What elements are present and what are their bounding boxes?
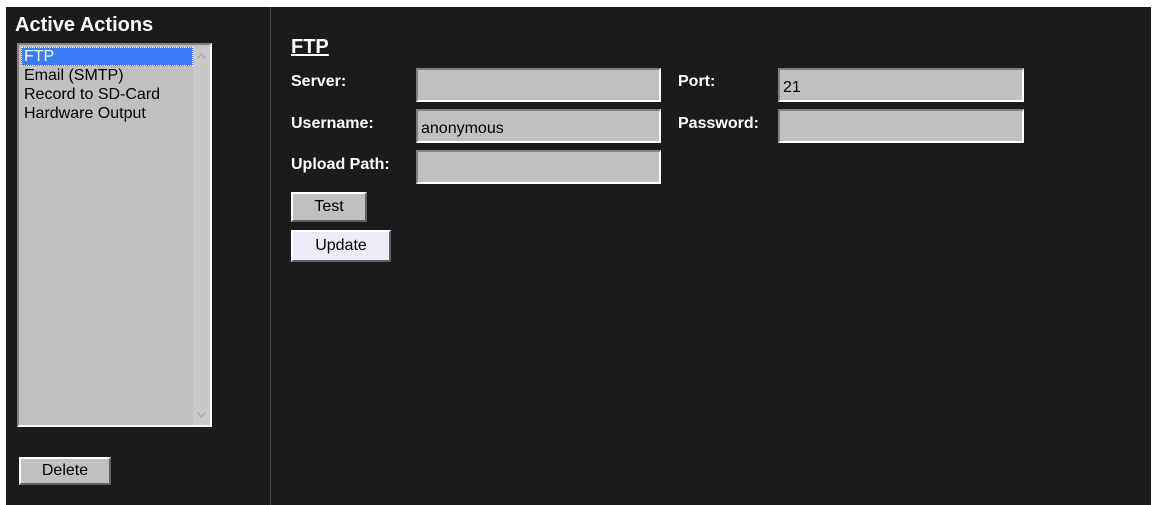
upload-path-input[interactable] — [416, 150, 661, 184]
username-label: Username: — [291, 115, 374, 132]
listbox-scrollbar[interactable] — [193, 45, 210, 425]
list-item-sd-card[interactable]: Record to SD-Card — [21, 85, 193, 104]
upload-path-label: Upload Path: — [291, 156, 390, 173]
section-title-ftp: FTP — [291, 36, 329, 58]
action-panel: Active Actions FTP Email (SMTP) Record t… — [6, 7, 1151, 505]
update-button[interactable]: Update — [291, 230, 391, 262]
password-label: Password: — [678, 115, 759, 132]
server-input[interactable] — [416, 68, 661, 102]
test-button[interactable]: Test — [291, 192, 367, 222]
delete-button[interactable]: Delete — [19, 457, 111, 485]
password-input[interactable] — [778, 109, 1024, 143]
actions-list: FTP Email (SMTP) Record to SD-Card Hardw… — [21, 47, 193, 123]
server-label: Server: — [291, 73, 347, 90]
actions-listbox[interactable]: FTP Email (SMTP) Record to SD-Card Hardw… — [17, 43, 212, 427]
scroll-up-arrow[interactable] — [193, 47, 210, 64]
chevron-down-icon — [197, 411, 206, 418]
port-input[interactable] — [778, 68, 1024, 102]
port-label: Port: — [678, 73, 716, 90]
sidebar-title: Active Actions — [15, 14, 154, 36]
list-item-hardware-output[interactable]: Hardware Output — [21, 104, 193, 123]
list-item-ftp[interactable]: FTP — [21, 47, 193, 66]
chevron-up-icon — [197, 52, 206, 59]
panel-divider — [270, 7, 271, 505]
list-item-email[interactable]: Email (SMTP) — [21, 66, 193, 85]
username-input[interactable] — [416, 109, 661, 143]
scroll-down-arrow[interactable] — [193, 406, 210, 423]
